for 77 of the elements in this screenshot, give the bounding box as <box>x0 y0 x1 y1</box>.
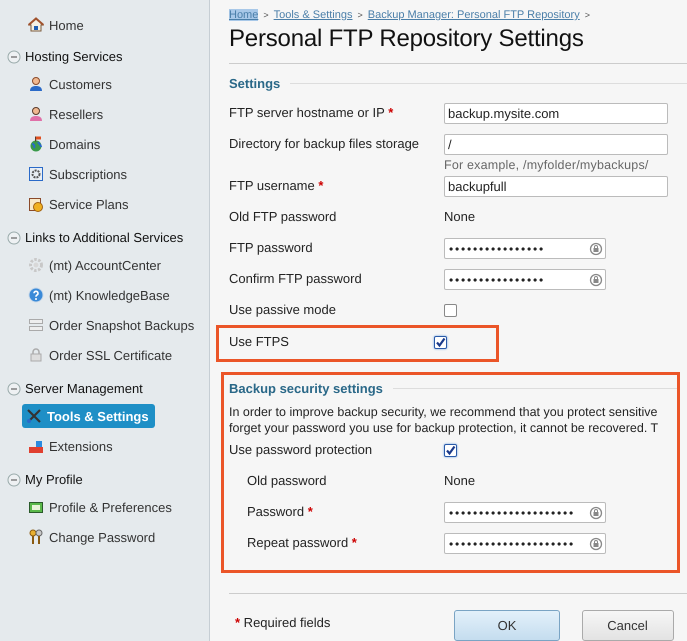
sidebar-item[interactable]: Extensions <box>24 434 117 458</box>
field-label: FTP password <box>229 240 313 255</box>
sidebar-item[interactable]: Domains <box>24 132 104 156</box>
lock-icon[interactable] <box>589 536 603 550</box>
breadcrumb-link[interactable]: Tools & Settings <box>274 9 352 21</box>
password-field[interactable]: ••••••••••••••••••••• <box>444 533 606 554</box>
field-label: FTP username * <box>229 178 324 193</box>
id-card-icon <box>28 499 44 515</box>
field-label: Repeat password * <box>247 535 357 550</box>
gear-icon <box>28 257 44 273</box>
gear-icon <box>28 166 44 182</box>
checkbox[interactable] <box>444 444 457 457</box>
house-icon <box>28 17 44 33</box>
field-label: Use password protection <box>229 442 372 457</box>
checkbox[interactable] <box>434 336 447 349</box>
section-title[interactable]: Server Management <box>25 381 143 396</box>
field-label: Password * <box>247 504 313 519</box>
password-field[interactable]: ••••••••••••••••••••• <box>444 502 606 523</box>
help-icon <box>28 287 44 303</box>
lock-icon[interactable] <box>589 272 603 286</box>
hint-text: For example, /myfolder/mybackups/ <box>444 158 650 172</box>
server-icon <box>28 317 44 333</box>
lock-icon[interactable] <box>589 506 603 520</box>
ok-button[interactable]: OK <box>454 610 560 641</box>
input-field[interactable]: / <box>444 134 668 155</box>
keys-icon <box>28 529 44 545</box>
sidebar-item[interactable]: Order Snapshot Backups <box>24 313 198 337</box>
required-note: * Required fields <box>235 615 330 630</box>
sidebar-item[interactable]: Tools & Settings <box>22 404 155 428</box>
sidebar-item[interactable]: Profile & Preferences <box>24 495 176 519</box>
section-title[interactable]: My Profile <box>25 472 83 487</box>
breadcrumb-link[interactable]: Backup Manager: Personal FTP Repository <box>368 9 580 21</box>
collapse-icon[interactable] <box>7 472 21 486</box>
clipboard-icon <box>28 196 44 212</box>
sidebar-item[interactable]: Subscriptions <box>24 162 132 186</box>
sidebar-item[interactable]: Change Password <box>24 525 160 549</box>
field-label: Old password <box>247 473 326 488</box>
field-label: Use passive mode <box>229 302 336 317</box>
input-field[interactable]: backup.mysite.com <box>444 103 668 124</box>
breadcrumb-separator: > <box>584 10 590 20</box>
globe-icon <box>28 136 44 152</box>
field-value: None <box>444 472 476 488</box>
sidebar-item[interactable]: Resellers <box>24 102 108 126</box>
section-heading: Settings <box>229 76 280 91</box>
lock-icon[interactable] <box>589 242 603 256</box>
lock-icon <box>28 347 44 363</box>
tools-icon <box>26 408 42 424</box>
sidebar-item[interactable]: Home <box>24 13 88 37</box>
field-label: Confirm FTP password <box>229 271 362 286</box>
sidebar-item[interactable]: Service Plans <box>24 192 132 216</box>
password-field[interactable]: •••••••••••••••• <box>444 269 606 290</box>
section-heading: Backup security settings <box>229 381 383 396</box>
field-label: Directory for backup files storage <box>229 136 420 151</box>
sidebar-item[interactable]: (mt) KnowledgeBase <box>24 283 174 307</box>
section-title[interactable]: Hosting Services <box>25 49 123 64</box>
page-title: Personal FTP Repository Settings <box>229 25 585 53</box>
description-text: In order to improve backup security, we recommend that you protect sensitive forget your password you use for backup protection, it cannot be recovered. T <box>229 404 658 436</box>
section-title[interactable]: Links to Additional Services <box>25 230 184 245</box>
password-field[interactable]: •••••••••••••••• <box>444 238 606 259</box>
field-label: FTP server hostname or IP * <box>229 105 394 120</box>
breadcrumb-separator: > <box>357 10 363 20</box>
person-icon <box>28 76 44 92</box>
sidebar-item[interactable]: Customers <box>24 72 116 96</box>
sidebar-item[interactable]: Order SSL Certificate <box>24 343 176 367</box>
bricks-icon <box>28 438 44 454</box>
cancel-button[interactable]: Cancel <box>582 610 674 641</box>
person-icon <box>28 106 44 122</box>
breadcrumb-separator: > <box>263 10 269 20</box>
sidebar-item[interactable]: (mt) AccountCenter <box>24 253 165 277</box>
collapse-icon[interactable] <box>7 230 21 244</box>
collapse-icon[interactable] <box>7 50 21 64</box>
field-label: Old FTP password <box>229 209 336 224</box>
field-value: None <box>444 208 476 224</box>
input-field[interactable]: backupfull <box>444 176 668 197</box>
collapse-icon[interactable] <box>7 382 21 396</box>
field-label: Use FTPS <box>229 334 289 349</box>
checkbox[interactable] <box>444 304 457 317</box>
